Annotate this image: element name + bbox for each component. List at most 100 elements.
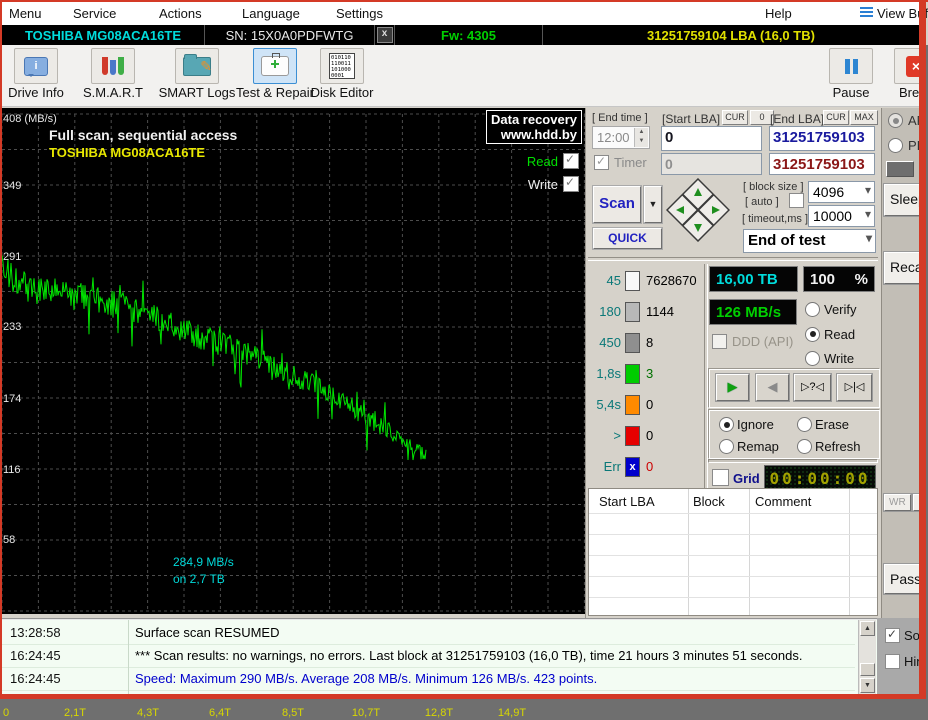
rewind-button[interactable]: ◀ [756, 374, 789, 401]
ignore-label: Ignore [737, 417, 774, 432]
separator [588, 257, 878, 261]
play-button[interactable]: ▶ [716, 374, 749, 401]
verify-radio[interactable] [805, 302, 820, 317]
pass-button[interactable]: Pass [884, 564, 919, 594]
table-header-block[interactable]: Block [693, 494, 725, 509]
log-column-divider [128, 620, 129, 694]
scan-dropdown-button[interactable]: ▼ [644, 186, 662, 223]
scan-button[interactable]: Scan [593, 186, 641, 223]
event-log[interactable]: 13:28:58Surface scan RESUMED16:24:45*** … [2, 618, 877, 694]
quick-button[interactable]: QUICK [593, 228, 662, 249]
svg-text:0: 0 [3, 707, 9, 719]
device-capacity: 31251759104 LBA (16,0 TB) [543, 25, 919, 45]
pio-label: PIO [908, 138, 919, 153]
playback-group: ▶ ◀ ▷?◁ ▷|◁ [708, 368, 880, 408]
latency-count: 1144 [646, 304, 674, 319]
pause-button[interactable]: Pause [825, 48, 877, 100]
grid-label: Grid [733, 471, 760, 486]
list-icon [860, 7, 873, 18]
table-row-line [589, 534, 878, 535]
menu-item-language[interactable]: Language [242, 6, 300, 21]
hint-checkbox[interactable] [885, 654, 900, 669]
scroll-down-icon[interactable]: ▼ [860, 678, 875, 693]
log-timestamp: 13:28:58 [10, 625, 61, 640]
recal-button[interactable]: Recal [884, 252, 919, 284]
sound-checkbox[interactable] [885, 628, 900, 643]
table-header-comment[interactable]: Comment [755, 494, 811, 509]
write-checkbox[interactable] [563, 176, 579, 192]
sleep-button[interactable]: Sleep [884, 184, 919, 216]
seek-error-button[interactable]: ▷?◁ [794, 374, 831, 401]
read-label: Read [527, 154, 558, 169]
svg-text:349: 349 [3, 180, 21, 192]
drive-info-icon: i [24, 57, 48, 76]
speed-display: 126 MB/s [709, 299, 797, 325]
end-time-spinner[interactable]: 12:00 ▲▼ [592, 126, 650, 149]
write-radio[interactable] [805, 351, 820, 366]
scan-control-panel: [ End time ] 12:00 ▲▼ Timer [Start LBA] … [585, 108, 879, 618]
read-radio[interactable] [805, 327, 820, 342]
right-side-strip: API PIO Sleep Recal WR Pass [881, 108, 919, 618]
smart-icon [102, 57, 124, 75]
end-max-button[interactable]: MAX [850, 110, 878, 125]
log-timestamp: 16:24:45 [10, 671, 61, 686]
pio-radio[interactable] [888, 138, 903, 153]
auto-checkbox[interactable] [789, 193, 804, 208]
ignore-radio[interactable] [719, 417, 734, 432]
log-row: 16:24:45*** Scan results: no warnings, n… [2, 644, 855, 668]
log-row: 16:24:45Speed: Maximum 290 MB/s. Average… [2, 667, 855, 691]
wr-button[interactable]: WR [884, 494, 911, 511]
block-size-select[interactable]: 4096 [808, 181, 875, 203]
svg-text:4,3T: 4,3T [137, 707, 159, 719]
grid-checkbox[interactable] [712, 469, 729, 486]
menu-item-menu[interactable]: Menu [9, 6, 42, 21]
end-lba-input[interactable]: 31251759103 [769, 126, 875, 151]
latency-color-box: x [625, 457, 640, 477]
read-checkbox[interactable] [563, 153, 579, 169]
menu-item-settings[interactable]: Settings [336, 6, 383, 21]
write-label: Write [528, 177, 558, 192]
latency-count: 0 [646, 428, 653, 443]
spinner-arrows-icon[interactable]: ▲▼ [634, 128, 648, 147]
log-scrollbar[interactable]: ▲ ▼ [858, 620, 876, 694]
end-cur-button[interactable]: CUR [823, 110, 849, 125]
latency-count: 3 [646, 366, 653, 381]
api-radio[interactable] [888, 113, 903, 128]
svg-text:2,1T: 2,1T [64, 707, 86, 719]
table-row-line [589, 597, 878, 598]
auto-label: [ auto ] [745, 196, 779, 208]
svg-text:408 (MB/s): 408 (MB/s) [3, 113, 57, 125]
start-cur-button[interactable]: CUR [722, 110, 748, 125]
end-of-test-select[interactable]: End of test [743, 229, 876, 253]
latency-count: 7628670 [646, 273, 697, 288]
percent-display: 100% [803, 266, 875, 292]
status-box [886, 161, 914, 177]
erase-radio[interactable] [797, 417, 812, 432]
latency-row-45: 457628670 [588, 271, 702, 291]
verify-label: Verify [824, 302, 857, 317]
start-lba-current: 0 [661, 153, 762, 175]
defect-table[interactable]: Start LBA Block Comment [588, 488, 878, 616]
table-header-start-lba[interactable]: Start LBA [599, 494, 655, 509]
s-m-a-r-t-button[interactable]: S.M.A.R.T [76, 48, 150, 100]
timer-checkbox[interactable] [594, 155, 609, 170]
close-icon[interactable]: x [377, 27, 393, 43]
timeout-select[interactable]: 10000 [808, 205, 875, 227]
scrollbar-thumb[interactable] [860, 663, 875, 676]
ddd-checkbox[interactable] [712, 334, 727, 349]
drive-info-button[interactable]: iDrive Info [5, 48, 67, 100]
scroll-up-icon[interactable]: ▲ [860, 621, 875, 636]
menu-item-actions[interactable]: Actions [159, 6, 202, 21]
timer-label: Timer [614, 155, 647, 170]
remap-radio[interactable] [719, 439, 734, 454]
refresh-radio[interactable] [797, 439, 812, 454]
menu-item-service[interactable]: Service [73, 6, 116, 21]
view-buffer-button[interactable]: View Buffer [860, 6, 928, 21]
seek-pad[interactable] [666, 178, 730, 242]
seek-end-button[interactable]: ▷|◁ [837, 374, 872, 401]
error-action-group: IgnoreEraseRemapRefresh [708, 409, 880, 459]
disk-editor-button[interactable]: 0101101100111010000001Disk Editor [304, 48, 380, 100]
victoria-main-window: View Buffer Menu Service Actions Language Se… [0, 0, 928, 699]
menu-item-help[interactable]: Help [765, 6, 792, 21]
start-lba-input[interactable]: 0 [661, 126, 762, 151]
